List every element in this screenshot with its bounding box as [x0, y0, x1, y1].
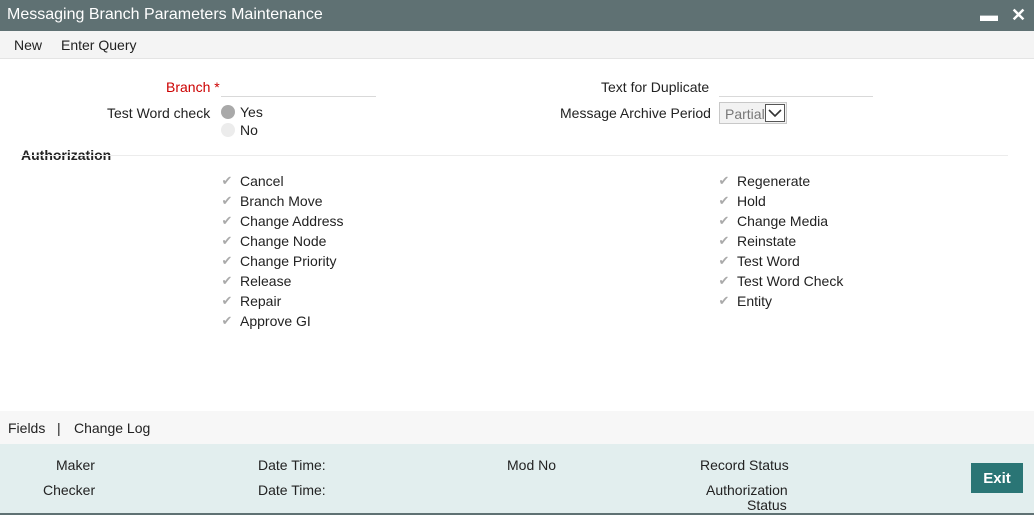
authorization-checkbox-label: Branch Move: [240, 193, 323, 209]
maker-label: Maker: [56, 457, 95, 473]
checkmark-icon[interactable]: ✔: [220, 253, 234, 268]
checkmark-icon[interactable]: ✔: [717, 193, 731, 208]
authorization-checkbox-label: Release: [240, 273, 292, 289]
authorization-checkbox-label: Hold: [737, 193, 766, 209]
footer-links: Fields | Change Log: [0, 411, 1034, 444]
radio-yes[interactable]: [221, 105, 235, 119]
authorization-checkbox-right-6[interactable]: ✔ Entity: [717, 291, 772, 311]
required-marker: *: [214, 79, 220, 95]
authorization-checkbox-label: Regenerate: [737, 173, 811, 189]
checkmark-icon[interactable]: ✔: [717, 273, 731, 288]
checkmark-icon[interactable]: ✔: [220, 193, 234, 208]
authorization-checkbox-left-3[interactable]: ✔ Change Node: [220, 231, 327, 251]
radio-no-label: No: [240, 122, 258, 138]
mod-no-label: Mod No: [507, 457, 557, 473]
message-archive-period-label: Message Archive Period: [560, 105, 711, 121]
section-divider: [20, 155, 1008, 156]
checker-date-time-label: Date Time:: [258, 482, 326, 498]
authorization-checkbox-label: Change Address: [240, 213, 344, 229]
window-title: Messaging Branch Parameters Maintenance: [7, 6, 323, 23]
authorization-checkbox-label: Test Word Check: [737, 273, 844, 289]
message-archive-period-value: Partial: [725, 106, 765, 122]
footer-separator: |: [57, 420, 61, 436]
authorization-checkbox-label: Approve GI: [240, 313, 311, 329]
text-for-duplicate-label: Text for Duplicate: [601, 79, 710, 95]
menu-bar: New Enter Query: [0, 31, 1034, 59]
chevron-down-icon[interactable]: [765, 104, 785, 122]
authorization-checkbox-left-4[interactable]: ✔ Change Priority: [220, 251, 337, 271]
status-bar: Maker Checker Date Time: Date Time: Mod …: [0, 444, 1034, 515]
authorization-checkbox-left-6[interactable]: ✔ Repair: [220, 291, 282, 311]
branch-label-text: Branch: [166, 79, 211, 95]
checkmark-icon[interactable]: ✔: [717, 253, 731, 268]
checkmark-icon[interactable]: ✔: [220, 173, 234, 188]
minimize-icon[interactable]: ▬: [980, 4, 998, 26]
checkmark-icon[interactable]: ✔: [220, 213, 234, 228]
authorization-checkbox-left-7[interactable]: ✔ Approve GI: [220, 311, 311, 331]
authorization-checkbox-label: Change Node: [240, 233, 327, 249]
checkmark-icon[interactable]: ✔: [717, 173, 731, 188]
checkmark-icon[interactable]: ✔: [717, 233, 731, 248]
record-status-label: Record Status: [700, 457, 789, 473]
checker-label: Checker: [43, 482, 96, 498]
change-log-link[interactable]: Change Log: [74, 420, 150, 436]
authorization-checkbox-left-5[interactable]: ✔ Release: [220, 271, 292, 291]
checkmark-icon[interactable]: ✔: [220, 293, 234, 308]
authorization-checkbox-right-4[interactable]: ✔ Test Word: [717, 251, 800, 271]
radio-no[interactable]: [221, 123, 235, 137]
text-for-duplicate-input[interactable]: [719, 96, 873, 97]
radio-yes-label: Yes: [240, 104, 263, 120]
authorization-checkbox-label: Test Word: [737, 253, 800, 269]
authorization-checkbox-right-1[interactable]: ✔ Hold: [717, 191, 766, 211]
message-archive-period-select[interactable]: Partial: [719, 102, 787, 124]
authorization-checkbox-label: Change Priority: [240, 253, 337, 269]
checkmark-icon[interactable]: ✔: [220, 233, 234, 248]
authorization-checkbox-label: Change Media: [737, 213, 829, 229]
authorization-checkbox-right-3[interactable]: ✔ Reinstate: [717, 231, 797, 251]
fields-link[interactable]: Fields: [8, 420, 45, 436]
authorization-status-label-1: Authorization: [706, 482, 788, 498]
authorization-checkbox-label: Cancel: [240, 173, 284, 189]
checkmark-icon[interactable]: ✔: [220, 313, 234, 328]
checkmark-icon[interactable]: ✔: [717, 213, 731, 228]
branch-label: Branch *: [166, 79, 220, 95]
authorization-checkbox-right-5[interactable]: ✔ Test Word Check: [717, 271, 844, 291]
title-bar: Messaging Branch Parameters Maintenance …: [0, 0, 1034, 31]
authorization-checkbox-label: Reinstate: [737, 233, 797, 249]
authorization-checkbox-left-2[interactable]: ✔ Change Address: [220, 211, 344, 231]
branch-input[interactable]: [221, 96, 376, 97]
authorization-checkbox-label: Repair: [240, 293, 282, 309]
test-word-check-label: Test Word check: [107, 105, 211, 121]
maker-date-time-label: Date Time:: [258, 457, 326, 473]
exit-button[interactable]: Exit: [971, 463, 1023, 493]
authorization-checkbox-left-0[interactable]: ✔ Cancel: [220, 171, 284, 191]
authorization-checkbox-label: Entity: [737, 293, 773, 309]
authorization-checkbox-right-0[interactable]: ✔ Regenerate: [717, 171, 811, 191]
checkmark-icon[interactable]: ✔: [717, 293, 731, 308]
authorization-checkbox-left-1[interactable]: ✔ Branch Move: [220, 191, 323, 211]
checkmark-icon[interactable]: ✔: [220, 273, 234, 288]
authorization-status-label-2: Status: [747, 497, 787, 513]
menu-enter-query[interactable]: Enter Query: [61, 37, 136, 53]
authorization-checkbox-right-2[interactable]: ✔ Change Media: [717, 211, 829, 231]
menu-new[interactable]: New: [14, 37, 42, 53]
close-icon[interactable]: ✕: [1011, 4, 1026, 26]
